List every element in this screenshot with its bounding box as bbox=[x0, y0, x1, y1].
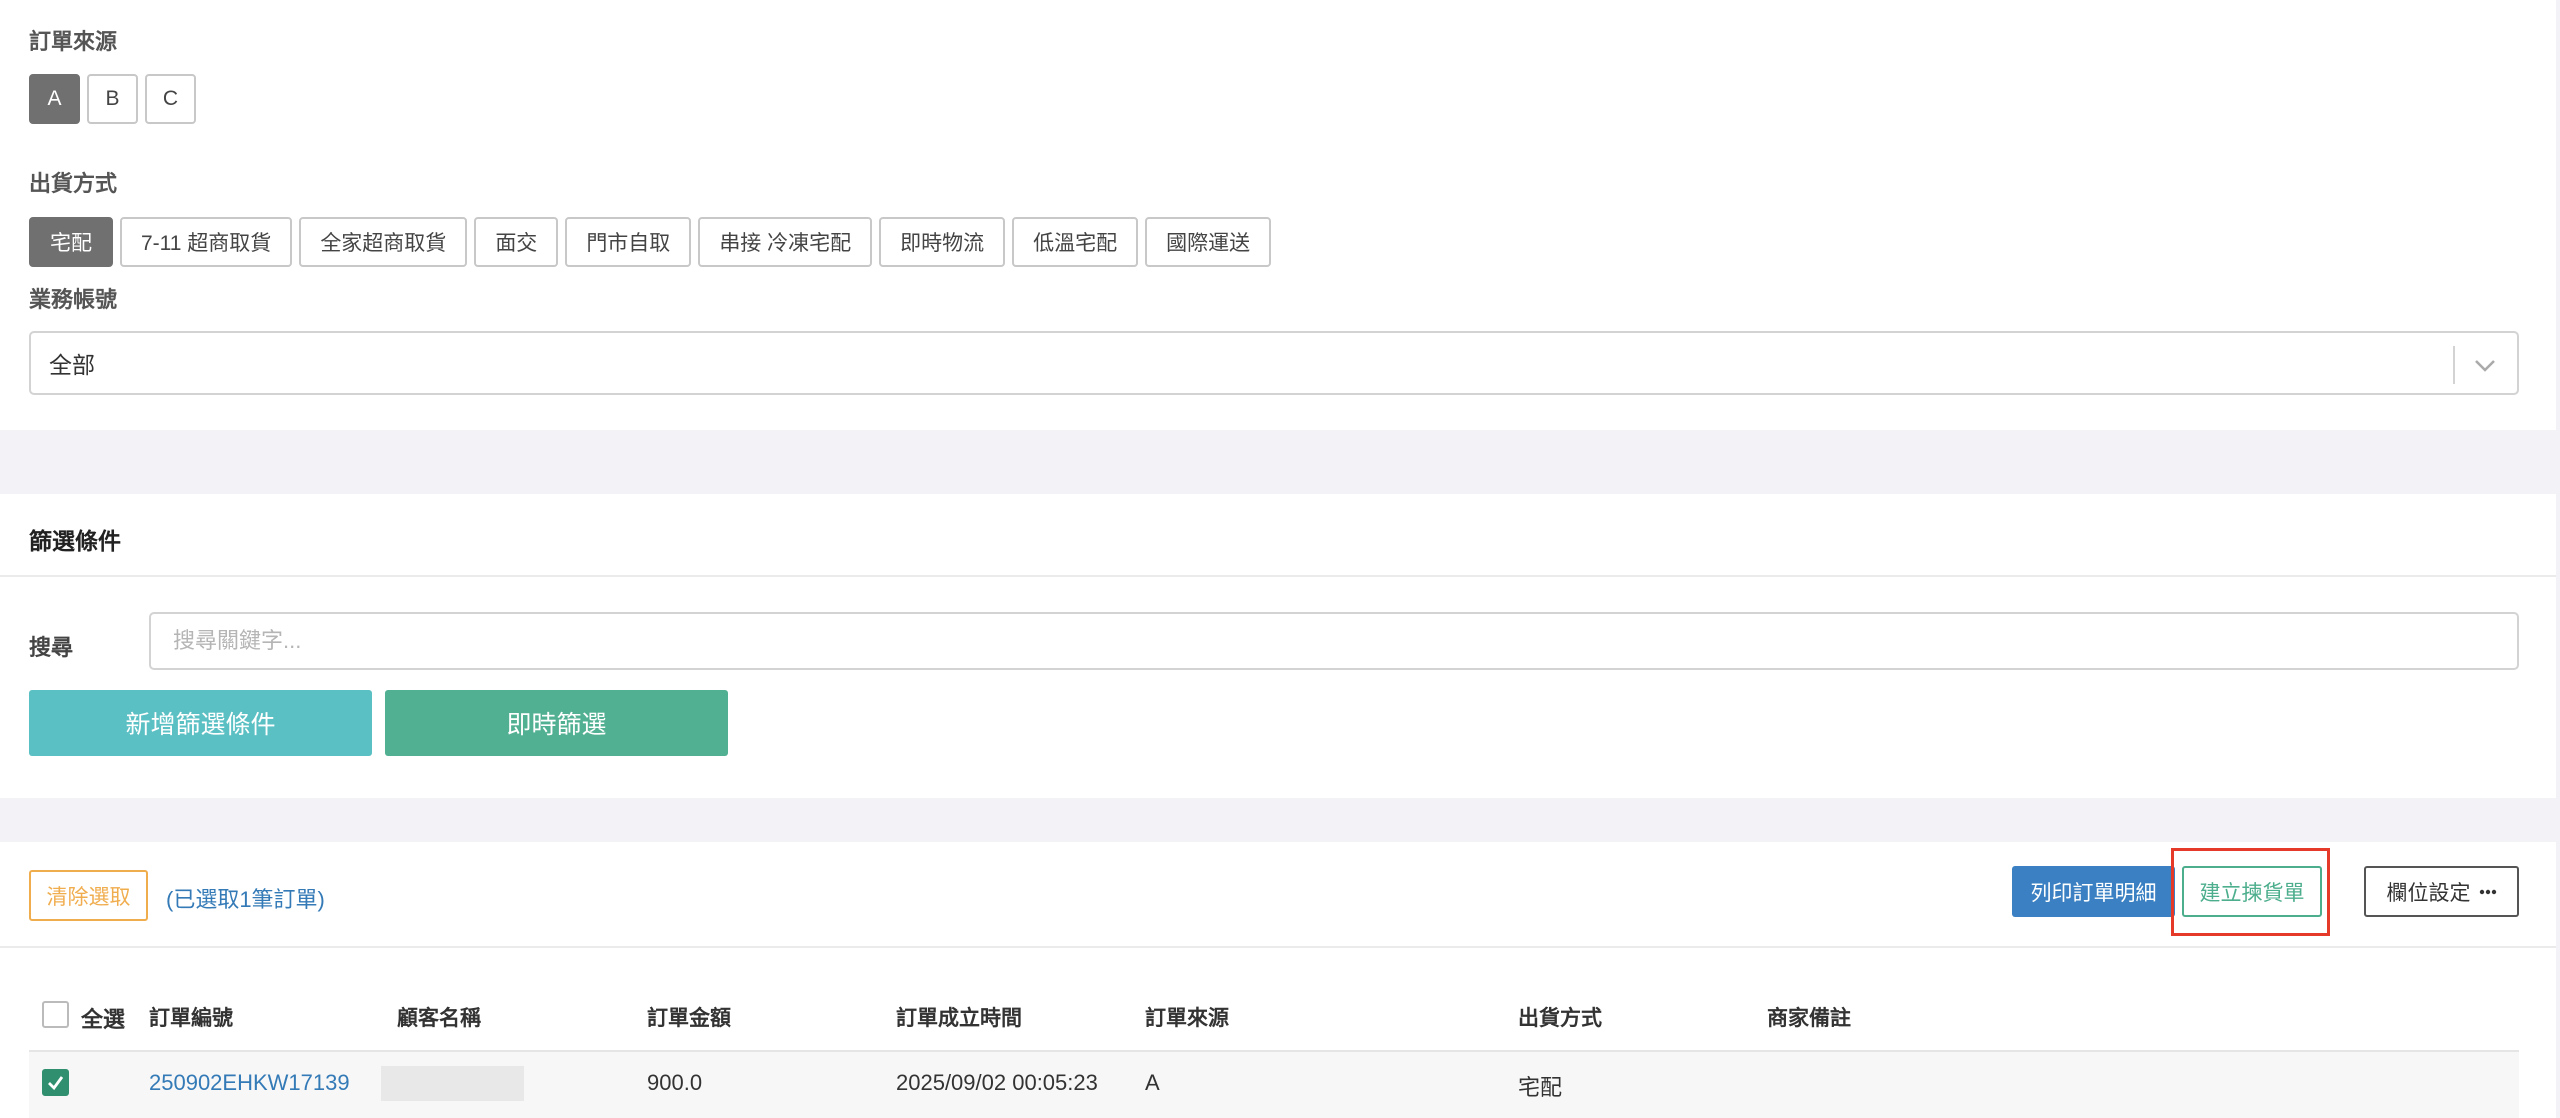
clear-selection-button[interactable]: 清除選取 bbox=[29, 870, 148, 921]
customer-name-redacted bbox=[381, 1066, 524, 1101]
select-all-checkbox[interactable] bbox=[42, 1001, 69, 1028]
order-amount: 900.0 bbox=[647, 1070, 703, 1095]
column-settings-label: 欄位設定 bbox=[2386, 881, 2471, 905]
column-header-shipping: 出貨方式 bbox=[1518, 1007, 1602, 1030]
shipping-chip-instant-logistics[interactable]: 即時物流 bbox=[879, 217, 1006, 267]
add-filter-condition-button[interactable]: 新增篩選條件 bbox=[29, 690, 372, 756]
column-header-order-no: 訂單編號 bbox=[149, 1007, 233, 1030]
select-all-label: 全選 bbox=[81, 1007, 126, 1032]
filter-divider bbox=[0, 575, 2556, 577]
sales-account-select[interactable]: 全部 bbox=[29, 331, 2519, 395]
shipping-chip-711-pickup[interactable]: 7-11 超商取貨 bbox=[120, 217, 293, 267]
shipping-chip-home-delivery[interactable]: 宅配 bbox=[29, 217, 113, 267]
row-checkbox[interactable] bbox=[42, 1069, 69, 1096]
order-shipping: 宅配 bbox=[1518, 1075, 1563, 1100]
shipping-method-label: 出貨方式 bbox=[29, 171, 118, 196]
chevron-down-icon[interactable] bbox=[2471, 351, 2499, 379]
shipping-chip-store-pickup[interactable]: 門市自取 bbox=[565, 217, 692, 267]
shipping-chip-familymart-pickup[interactable]: 全家超商取貨 bbox=[299, 217, 468, 267]
filter-title: 篩選條件 bbox=[29, 528, 121, 554]
selected-count-text: (已選取1筆訂單) bbox=[166, 887, 325, 912]
order-number-link[interactable]: 250902EHKW17139 bbox=[149, 1070, 350, 1096]
shipping-chip-face-to-face[interactable]: 面交 bbox=[474, 217, 559, 267]
search-label: 搜尋 bbox=[29, 635, 74, 660]
search-input[interactable] bbox=[149, 612, 2519, 670]
order-source-chip-a[interactable]: A bbox=[29, 74, 80, 124]
column-header-amount: 訂單金額 bbox=[647, 1007, 731, 1030]
create-picklist-button[interactable]: 建立揀貨單 bbox=[2182, 866, 2322, 917]
column-header-created-at: 訂單成立時間 bbox=[896, 1007, 1022, 1030]
select-divider bbox=[2453, 346, 2455, 384]
print-order-details-button[interactable]: 列印訂單明細 bbox=[2012, 866, 2175, 917]
more-dots-icon bbox=[2479, 889, 2496, 894]
sales-account-label: 業務帳號 bbox=[29, 287, 118, 312]
instant-filter-button[interactable]: 即時篩選 bbox=[385, 690, 728, 756]
order-options-panel: 訂單來源 A B C 出貨方式 宅配 7-11 超商取貨 全家超商取貨 面交 門… bbox=[0, 0, 2556, 430]
column-header-customer: 顧客名稱 bbox=[397, 1007, 481, 1030]
orders-toolbar-divider bbox=[0, 946, 2556, 948]
shipping-method-chips: 宅配 7-11 超商取貨 全家超商取貨 面交 門市自取 串接 冷凍宅配 即時物流… bbox=[29, 217, 1272, 267]
order-source-chips: A B C bbox=[29, 74, 196, 124]
order-source-chip-c[interactable]: C bbox=[145, 74, 196, 124]
check-icon bbox=[48, 1076, 64, 1091]
order-source-chip-b[interactable]: B bbox=[87, 74, 138, 124]
column-header-source: 訂單來源 bbox=[1145, 1007, 1229, 1030]
order-created-at: 2025/09/02 00:05:23 bbox=[896, 1070, 1098, 1095]
shipping-chip-international[interactable]: 國際運送 bbox=[1145, 217, 1272, 267]
order-source-label: 訂單來源 bbox=[29, 29, 118, 54]
shipping-chip-cold-delivery[interactable]: 低溫宅配 bbox=[1012, 217, 1139, 267]
order-source: A bbox=[1145, 1070, 1160, 1095]
sales-account-value: 全部 bbox=[49, 352, 95, 378]
column-settings-button[interactable]: 欄位設定 bbox=[2364, 866, 2519, 917]
column-header-merchant-note: 商家備註 bbox=[1767, 1007, 1851, 1030]
shipping-chip-frozen-delivery[interactable]: 串接 冷凍宅配 bbox=[698, 217, 873, 267]
